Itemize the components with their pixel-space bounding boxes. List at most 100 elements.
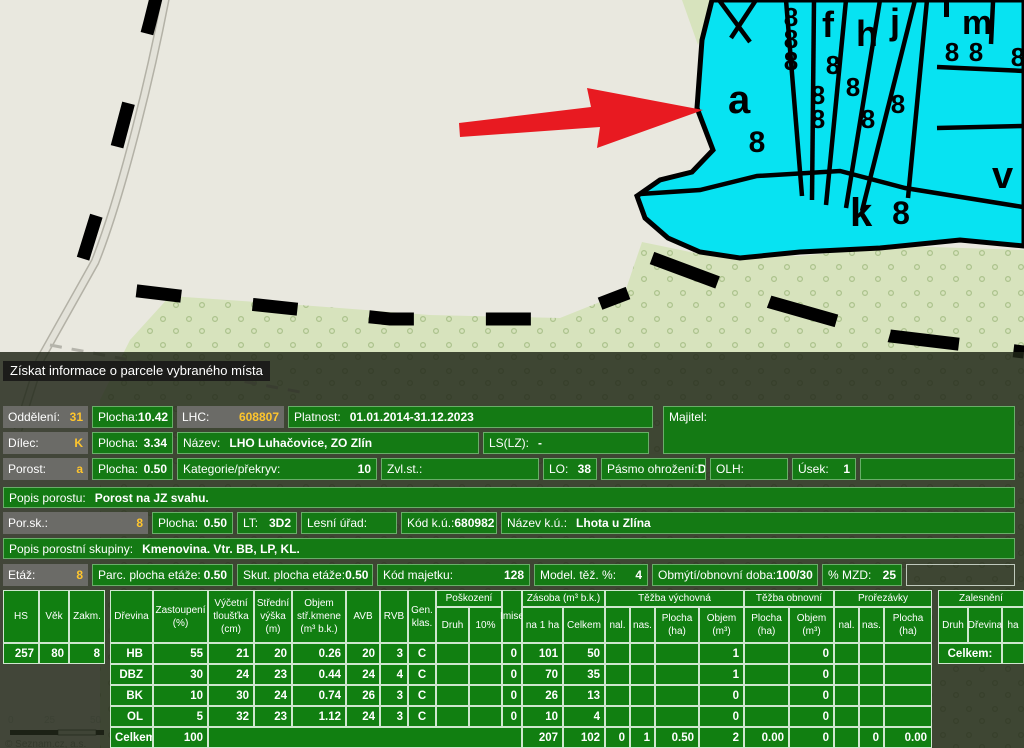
field-lslz: LS(LZ):-: [483, 432, 649, 454]
cell-n2: [630, 643, 655, 664]
field-oddeleni: Oddělení:31: [3, 406, 88, 428]
field-label: Popis porostu:: [9, 491, 86, 505]
cell-pct: [469, 706, 502, 727]
field-kategorie: Kategorie/překryv:10: [177, 458, 377, 480]
stand-label-k: k: [850, 191, 873, 235]
col-header-tv-objem: Objem (m³): [699, 607, 744, 643]
cell-zakm: 8: [69, 643, 105, 664]
cell-im: 0: [502, 685, 522, 706]
field-popis-skupiny: Popis porostní skupiny:Kmenovina. Vtr. B…: [3, 538, 1015, 559]
field-value: 0.50: [144, 462, 167, 476]
col-header-objem: Objem stř.kmene (m³ b.k.): [292, 590, 346, 643]
field-value: 01.01.2014-31.12.2023: [350, 410, 474, 424]
info-row-popis-skupiny: Popis porostní skupiny:Kmenovina. Vtr. B…: [3, 538, 1015, 559]
field-label: Plocha:: [98, 436, 138, 450]
cell-rvb: 3: [380, 706, 408, 727]
field-model-tez: Model. těž. %:4: [534, 564, 648, 586]
cell-pl: [655, 664, 699, 685]
col-group-tezba-obnovni: Těžba obnovní Plocha (ha) Objem (m³): [744, 590, 834, 643]
cell-rvb: 3: [380, 643, 408, 664]
cell-drev: DBZ: [110, 664, 153, 685]
stand-detail-table: HS Věk Zakm. Dřevina Zastoupení (%) Výče…: [3, 590, 1024, 748]
field-kod-ku: Kód k.ú.:680982: [401, 512, 497, 534]
cell-cel: 35: [563, 664, 605, 685]
cell-vy: 23: [254, 706, 292, 727]
group-subcols: Druh 10%: [436, 607, 502, 643]
age-numeral: 8: [969, 37, 983, 67]
cell-drev: HB: [110, 643, 153, 664]
field-label: LS(LZ):: [489, 436, 529, 450]
cell-n4: [859, 685, 884, 706]
cell-n1: [605, 706, 630, 727]
col-header-pr-nal: nal.: [834, 607, 859, 643]
row-spacer: [3, 727, 105, 748]
cell-pl3: [884, 706, 932, 727]
cell-zalesneni-celkem: Celkem:: [938, 643, 1002, 664]
table-header: HS Věk Zakm. Dřevina Zastoupení (%) Výče…: [3, 590, 1024, 643]
field-value: -: [538, 436, 542, 450]
cell-n4: [859, 643, 884, 664]
cell-n3: [834, 664, 859, 685]
age-numeral: 8: [945, 37, 959, 67]
col-group-zasoba: Zásoba (m³ b.k.) na 1 ha Celkem: [522, 590, 605, 643]
field-label: Lesní úřad:: [307, 516, 367, 530]
col-header-tloustka: Výčetní tloušťka (cm): [208, 590, 254, 643]
cell-im: 0: [502, 643, 522, 664]
cell-n4: [859, 706, 884, 727]
field-value: 0.50: [345, 568, 368, 582]
info-row-porost: Porost:a Plocha:0.50 Kategorie/překryv:1…: [3, 458, 1015, 480]
field-majitel: Majitel:: [663, 406, 1015, 454]
cell-n2: [630, 664, 655, 685]
col-header-gen-klas: Gen. klas.: [408, 590, 436, 643]
cell-zast: 5: [153, 706, 208, 727]
field-plocha-porsk: Plocha:0.50: [152, 512, 233, 534]
field-plocha-porost: Plocha:0.50: [92, 458, 173, 480]
field-value: 0.50: [204, 516, 227, 530]
age-numeral: 8: [826, 50, 840, 80]
field-label: LHC:: [182, 410, 209, 424]
field-label: Popis porostní skupiny:: [9, 542, 133, 556]
field-value: 128: [504, 568, 524, 582]
field-parc-plocha: Parc. plocha etáže:0.50: [92, 564, 233, 586]
field-value: 31: [70, 410, 83, 424]
col-header-zal-druh: Druh: [938, 607, 968, 643]
cell-tl: 24: [208, 664, 254, 685]
field-label: Dílec:: [8, 436, 39, 450]
cell-pl: 0.50: [655, 727, 699, 748]
cell-rvb: 3: [380, 685, 408, 706]
field-value: a: [76, 462, 83, 476]
col-header-zal-drevina: Dřevina: [968, 607, 1002, 643]
field-etaz: Etáž:8: [3, 564, 88, 586]
age-numeral: 8: [891, 89, 905, 119]
cell-oj: 1: [699, 643, 744, 664]
cell-pct: [469, 685, 502, 706]
cell-tl: 32: [208, 706, 254, 727]
stand-label-v: v: [992, 155, 1013, 197]
field-label: Plocha:: [98, 410, 138, 424]
age-numeral: 8: [861, 104, 875, 134]
col-header-pr-plocha: Plocha (ha): [884, 607, 932, 643]
cell-pl3: [884, 685, 932, 706]
field-porost: Porost:a: [3, 458, 88, 480]
field-mzd: % MZD:25: [822, 564, 902, 586]
field-value: 8: [136, 516, 143, 530]
col-header-tv-nal: nal.: [605, 607, 630, 643]
group-subcols: Plocha (ha) Objem (m³): [744, 607, 834, 643]
age-numeral: 8: [811, 104, 825, 134]
col-header-avb: AVB: [346, 590, 380, 643]
cell-n3: [834, 727, 859, 748]
field-label: LT:: [243, 516, 258, 530]
field-value: Porost na JZ svahu.: [95, 491, 209, 505]
group-label: Prořezávky: [834, 590, 932, 607]
cell-pl3: 0.00: [884, 727, 932, 748]
field-value: 10: [358, 462, 371, 476]
cell-empty-span: [208, 727, 522, 748]
field-olh: OLH:: [710, 458, 788, 480]
cell-pl: [655, 706, 699, 727]
field-label: Obmýtí/obnovní doba:: [658, 568, 776, 582]
col-group-prorezavky: Prořezávky nal. nas. Plocha (ha): [834, 590, 932, 643]
field-value: 10.42: [138, 410, 168, 424]
field-popis-porostu: Popis porostu: Porost na JZ svahu.: [3, 487, 1015, 508]
cell-im: 0: [502, 706, 522, 727]
group-subcols: nal. nas. Plocha (ha) Objem (m³): [605, 607, 744, 643]
